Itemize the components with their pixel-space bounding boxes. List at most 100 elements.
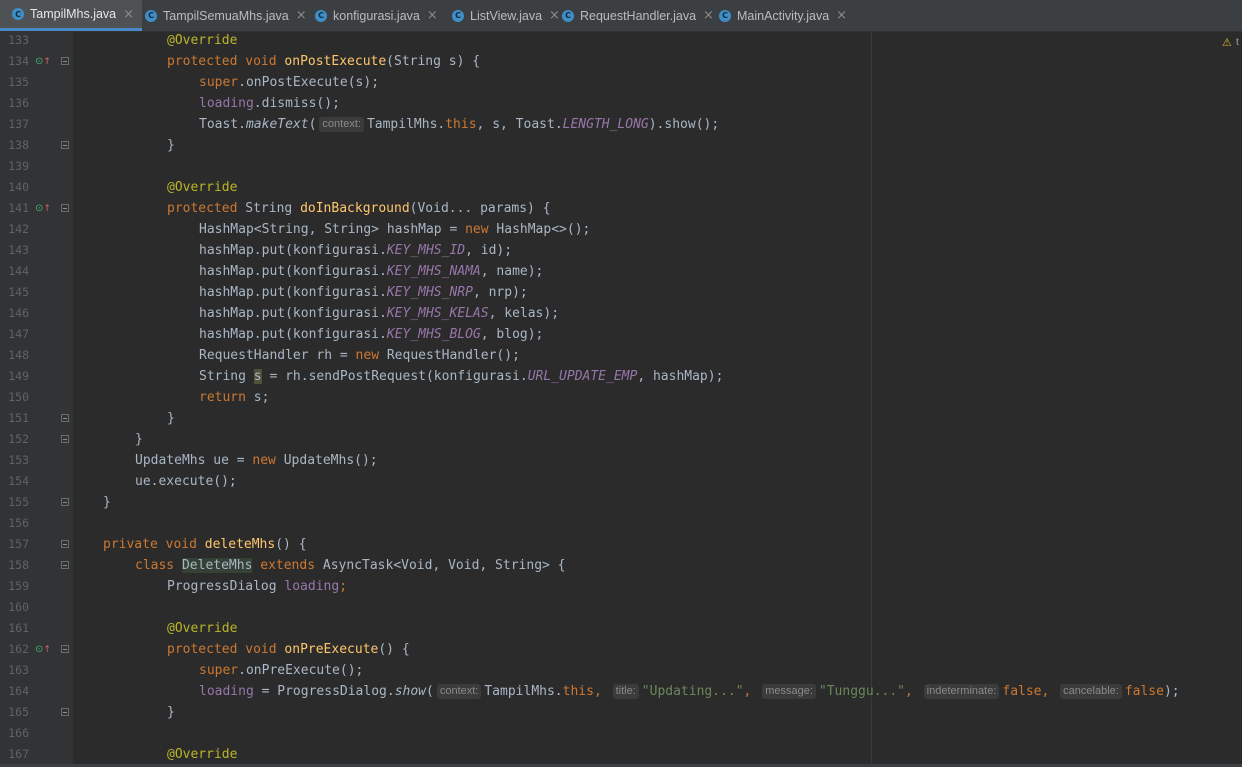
code-token: super: [199, 75, 239, 90]
code-token: void: [165, 537, 205, 552]
code-token: @Override: [167, 180, 238, 195]
code-token: RequestHandler();: [386, 348, 520, 363]
code-token: protected: [167, 201, 246, 216]
line-number: 135: [8, 75, 29, 89]
code-token: }: [103, 495, 111, 510]
line-number: 137: [8, 117, 29, 131]
close-tab-icon[interactable]: ×: [427, 8, 438, 23]
line-number: 164: [8, 684, 29, 698]
java-class-icon: C: [452, 9, 464, 22]
java-class-icon: C: [12, 8, 24, 20]
code-token: onPreExecute: [284, 642, 379, 657]
code-token: );: [1163, 684, 1180, 699]
override-method-icon[interactable]: ⊙↑: [35, 56, 51, 67]
code-line: loading = ProgressDialog.show(context: Ta…: [199, 681, 1180, 702]
code-token: hashMap.put(konfigurasi.: [199, 264, 387, 279]
gutter-row: 162 ⊙↑: [0, 639, 73, 660]
code-line: protected void onPreExecute() {: [167, 639, 410, 660]
line-number: 158: [8, 558, 29, 572]
code-token: String: [245, 201, 301, 216]
code-token: show: [394, 684, 426, 699]
line-number: 163: [8, 663, 29, 677]
code-token: DeleteMhs: [181, 558, 253, 573]
line-number: 145: [8, 285, 29, 299]
fold-toggle-icon[interactable]: [61, 414, 69, 422]
gutter-row: 143: [0, 240, 73, 261]
gutter-row: 150: [0, 387, 73, 408]
code-token: , name);: [480, 264, 544, 279]
code-token: protected: [167, 54, 246, 69]
code-token: ;: [339, 579, 348, 594]
code-token: false: [1124, 684, 1164, 699]
code-token: @Override: [167, 747, 238, 762]
code-token: ,: [743, 684, 760, 699]
tab-konfigurasi[interactable]: Ckonfigurasi.java ×: [303, 0, 446, 31]
gutter-row: 142: [0, 219, 73, 240]
code-line: protected void onPostExecute(String s) {: [167, 51, 480, 72]
code-token: loading: [284, 579, 340, 594]
override-method-icon[interactable]: ⊙↑: [35, 203, 51, 214]
fold-toggle-icon[interactable]: [61, 540, 69, 548]
code-line: }: [167, 408, 175, 429]
code-token: = ProgressDialog.: [253, 684, 395, 699]
line-number: 141: [8, 201, 29, 215]
code-token: loading: [199, 96, 254, 111]
code-token: (Void... params) {: [409, 201, 551, 216]
tab-tampilmhs[interactable]: C TampilMhs.java ×: [0, 0, 143, 31]
line-number: 152: [8, 432, 29, 446]
code-token: "Updating...": [641, 684, 744, 699]
code-token: @Override: [167, 33, 238, 48]
code-line: loading.dismiss();: [199, 93, 340, 114]
code-line: hashMap.put(konfigurasi.KEY_MHS_NRP, nrp…: [199, 282, 528, 303]
line-number: 159: [8, 579, 29, 593]
tab-mainactivity[interactable]: C MainActivity.java ×: [707, 0, 855, 31]
line-number: 162: [8, 642, 29, 656]
code-token: this: [445, 117, 477, 132]
code-line: @Override: [167, 30, 237, 51]
fold-toggle-icon[interactable]: [61, 645, 69, 653]
fold-toggle-icon[interactable]: [61, 57, 69, 65]
fold-toggle-icon[interactable]: [61, 708, 69, 716]
code-token: ,: [593, 684, 610, 699]
parameter-hint: cancelable:: [1060, 684, 1122, 699]
code-token: }: [135, 432, 143, 447]
line-number: 138: [8, 138, 29, 152]
code-token: @Override: [167, 621, 238, 636]
tab-tampilsemuamhs[interactable]: C TampilSemuaMhs.java ×: [133, 0, 315, 31]
line-number: 133: [8, 33, 29, 47]
gutter-row: 145: [0, 282, 73, 303]
fold-toggle-icon[interactable]: [61, 435, 69, 443]
code-token: hashMap.put(konfigurasi.: [199, 306, 387, 321]
code-token: ue.execute();: [135, 474, 237, 489]
right-margin-guide: [871, 32, 872, 767]
code-line: }: [167, 702, 175, 723]
fold-toggle-icon[interactable]: [61, 141, 69, 149]
code-token: super: [199, 663, 239, 678]
code-token: onPostExecute: [284, 54, 387, 69]
override-method-icon[interactable]: ⊙↑: [35, 644, 51, 655]
gutter-row: 149: [0, 366, 73, 387]
parameter-hint: context:: [319, 117, 364, 132]
code-token: AsyncTask<Void, Void, String> {: [322, 558, 566, 573]
tab-listview[interactable]: C ListView.java ×: [440, 0, 568, 31]
fold-toggle-icon[interactable]: [61, 204, 69, 212]
gutter-row: 146: [0, 303, 73, 324]
gutter-row: 160: [0, 597, 73, 618]
close-tab-icon[interactable]: ×: [836, 8, 847, 23]
warning-icon[interactable]: ⚠: [1222, 36, 1232, 49]
code-line: }: [135, 429, 143, 450]
editor-tab-bar: C TampilMhs.java × C TampilSemuaMhs.java × Cko…: [0, 0, 1242, 32]
code-token: hashMap.put(konfigurasi.: [199, 327, 387, 342]
fold-toggle-icon[interactable]: [61, 498, 69, 506]
code-line: super.onPostExecute(s);: [199, 72, 379, 93]
code-token: this: [562, 684, 594, 699]
line-number: 167: [8, 747, 29, 761]
line-number: 154: [8, 474, 29, 488]
gutter-row: 135: [0, 72, 73, 93]
tab-requesthandler[interactable]: C RequestHandler.java ×: [550, 0, 722, 31]
gutter-row: 140: [0, 177, 73, 198]
fold-toggle-icon[interactable]: [61, 561, 69, 569]
code-token: class: [135, 558, 182, 573]
parameter-hint: indeterminate:: [923, 684, 1000, 699]
code-line: @Override: [167, 744, 237, 765]
